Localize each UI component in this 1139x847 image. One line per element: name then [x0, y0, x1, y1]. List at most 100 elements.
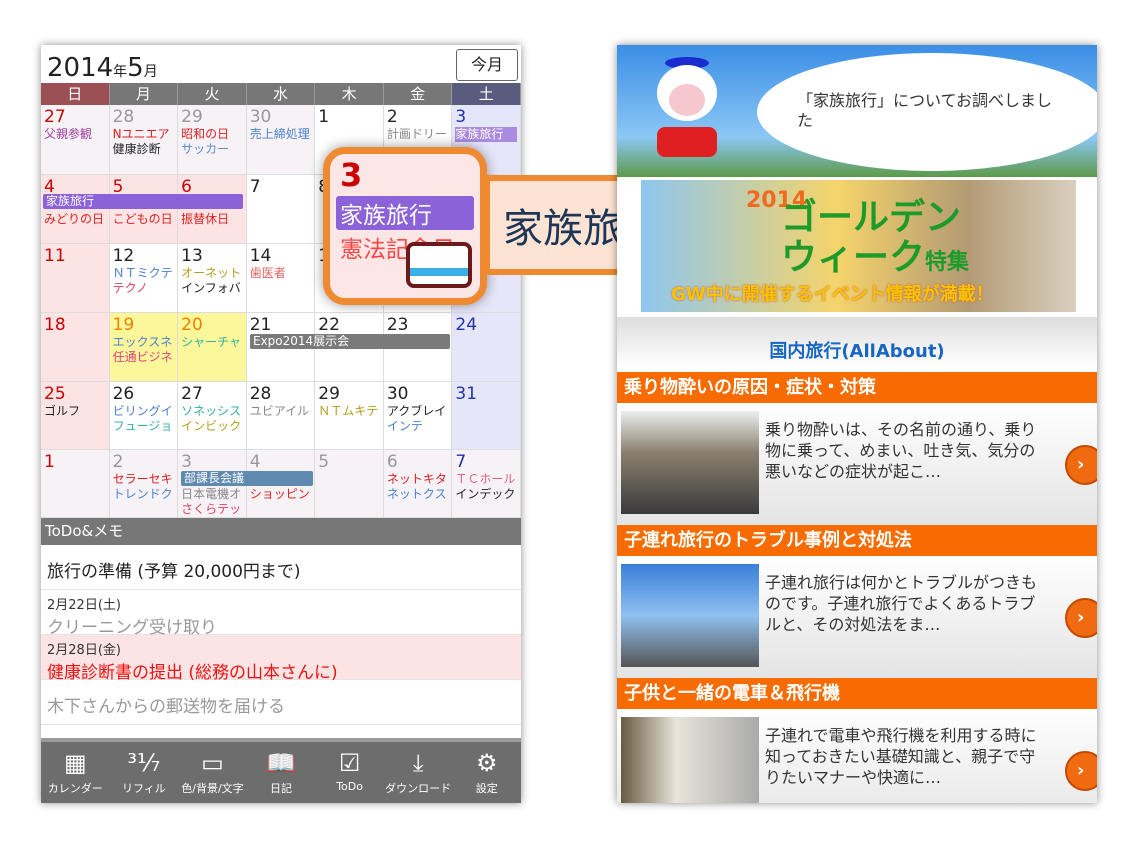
toolbar-button-todo-check[interactable]: ☑ ToDo [315, 742, 384, 803]
calendar-day-cell[interactable]: 30 アクブレイ インテ [383, 382, 453, 450]
calendar-event: インデック [455, 487, 516, 501]
calendar-day-cell[interactable]: 7 ＴＣホール インデック [452, 450, 521, 518]
calendar-event: Nユニエア [112, 127, 170, 141]
banner-subtitle: GW中に開催するイベント情報が満載！ [671, 284, 994, 305]
todo-item[interactable]: 旅行の準備 (予算 20,000円まで) [41, 545, 521, 590]
calendar-event: サッカー [181, 142, 230, 156]
article-item[interactable]: 子連れで電車や飛行機を利用する時に知っておきたい基礎知識と、親子で守りたいマナー… [617, 709, 1097, 803]
calendar-day-cell[interactable]: 27 ソネッシス インビック [178, 382, 247, 450]
day-number: 1 [44, 452, 55, 472]
calendar-header: 2014年5月 今月 [41, 45, 521, 83]
day-number: 28 [249, 384, 272, 404]
toolbar-button-gear[interactable]: ⚙ 設定 [452, 742, 521, 803]
bubble-text: 「家族旅行」についてお調べしました [797, 91, 1053, 130]
toolbar-button-refill[interactable]: ³¹⁄₇ リフィル [110, 742, 179, 803]
todo-check-icon: ☑ [338, 749, 361, 777]
todo-item[interactable]: 木下さんからの郵送物を届ける [41, 680, 521, 725]
this-month-button[interactable]: 今月 [456, 49, 518, 81]
calendar-event: テクノ [112, 281, 148, 295]
source-title[interactable]: 国内旅行(AllAbout) [617, 337, 1097, 363]
day-number: 30 [249, 107, 272, 127]
day-number: 7 [249, 177, 261, 197]
calendar-day-cell[interactable]: 4 みどりの日 [41, 175, 110, 244]
calendar-event: 振替休日 [181, 212, 230, 226]
mascot-scene: 「家族旅行」についてお調べしました [617, 45, 1097, 177]
day-number: 2 [112, 452, 124, 472]
calendar-day-cell[interactable]: 5 [315, 450, 384, 518]
todo-list: 旅行の準備 (予算 20,000円まで) 2月22日(土) クリーニング受け取り 2月… [41, 545, 521, 725]
toolbar-label: ToDo [336, 780, 363, 793]
weekday-label: 水 [246, 83, 316, 105]
article-item[interactable]: 子連れ旅行は何かとトラブルがつきものです。子連れ旅行でよくあるトラブルと、その対… [617, 556, 1097, 678]
calendar-day-cell[interactable]: 28 Nユニエア 健康診断 [109, 105, 179, 175]
calendar-event: 歯医者 [249, 266, 286, 280]
calendar-day-cell[interactable]: 29 昭和の日 サッカー [178, 105, 247, 175]
toolbar-button-monitor[interactable]: ▭ 色/背景/文字 [178, 742, 247, 803]
calendar-event: 日本電機オ [181, 487, 242, 501]
calendar-day-cell[interactable]: 1 [41, 450, 110, 518]
calendar-day-cell[interactable]: 29 ＮＴムキテ [315, 382, 384, 450]
calendar-event: 父親参観 [44, 127, 93, 141]
calendar-day-cell[interactable]: 19 エックスネ 任通ビジネ [109, 313, 179, 382]
todo-text: 木下さんからの郵送物を届ける [47, 697, 285, 717]
calendar-event: 任通ビジネ [112, 350, 173, 364]
calendar-day-cell[interactable]: 25 ゴルフ [41, 382, 110, 450]
article-title[interactable]: 子連れ旅行のトラブル事例と対処法 [617, 525, 1097, 556]
golden-week-banner[interactable]: 2014 ゴールデン ウィーク特集 GW中に開催するイベント情報が満載！ [641, 180, 1076, 312]
refill-icon: ³¹⁄₇ [127, 749, 161, 777]
chevron-right-icon[interactable]: › [1065, 598, 1097, 638]
day-number: 28 [112, 107, 135, 127]
day-number: 12 [112, 246, 135, 266]
calendar-day-cell[interactable]: 2 セラーセキ トレンドク [109, 450, 179, 518]
calendar-day-cell[interactable]: 5 こどもの日 [109, 175, 179, 244]
day-popup[interactable]: 3 家族旅行 憲法記念日 [323, 147, 487, 305]
calendar-day-cell[interactable]: 14 歯医者 [246, 244, 316, 313]
day-number: 20 [181, 315, 203, 335]
calendar-day-cell[interactable]: 27 父親参観 [41, 105, 110, 175]
calendar-event: ＮＴミクテ [112, 266, 173, 280]
chevron-right-icon[interactable]: › [1065, 751, 1097, 791]
calendar-day-cell[interactable]: 6 ネットキタ ネットクス [383, 450, 453, 518]
article-list: 乗り物酔いの原因・症状・対策 乗り物酔いは、その名前の通り、乗り物に乗って、めまい… [617, 372, 1097, 803]
calendar-event: インビック [181, 419, 242, 433]
calendar-day-cell[interactable]: 20 シャーチャ [178, 313, 247, 382]
calendar-day-cell[interactable]: 30 売上締処理 [246, 105, 316, 175]
calendar-event: みどりの日 [44, 212, 105, 226]
calendar-day-cell[interactable]: 6 振替休日 [178, 175, 247, 244]
weekday-label: 月 [109, 83, 179, 105]
calendar-event: インテ [386, 419, 423, 433]
day-number: 6 [386, 452, 398, 472]
day-number: 29 [181, 107, 203, 127]
article-title[interactable]: 乗り物酔いの原因・症状・対策 [617, 372, 1097, 403]
article-title[interactable]: 子供と一緒の電車＆飛行機 [617, 678, 1097, 709]
weekday-label: 日 [41, 83, 110, 105]
article-thumbnail [621, 564, 759, 667]
todo-item[interactable]: 2月28日(金) 健康診断書の提出 (総務の山本さんに) [41, 635, 521, 683]
calendar-event: 健康診断 [112, 142, 161, 156]
calendar-event: ビリングイ [112, 404, 173, 418]
chevron-right-icon[interactable]: › [1065, 445, 1097, 485]
calendar-day-cell[interactable]: 18 [41, 313, 110, 382]
article-item[interactable]: 乗り物酔いは、その名前の通り、乗り物に乗って、めまい、吐き気、気分の悪いなどの症… [617, 403, 1097, 525]
calendar-day-cell[interactable]: 26 ビリングイ フュージョ [109, 382, 179, 450]
calendar-day-cell[interactable]: 7 [246, 175, 316, 244]
calendar-day-cell[interactable]: 13 オーネット インフォバ [178, 244, 247, 313]
toolbar-button-download[interactable]: ⤓ ダウンロード [384, 742, 453, 803]
calendar-day-cell[interactable]: 31 [452, 382, 521, 450]
search-results-panel: 「家族旅行」についてお調べしました 2014 ゴールデン ウィーク特集 GW中に開… [617, 45, 1097, 803]
calendar-event: ＴＣホール [455, 472, 516, 486]
day-number: 26 [112, 384, 135, 404]
event-bar-meeting[interactable]: 部課長会議 [181, 471, 313, 486]
calendar-event: さくらテッ [181, 502, 242, 516]
event-bar-expo[interactable]: Expo2014展示会 [250, 334, 450, 349]
calendar-day-cell[interactable]: 12 ＮＴミクテ テクノ [109, 244, 179, 313]
toolbar-button-calendar[interactable]: ▦ カレンダー [41, 742, 110, 803]
todo-item[interactable]: 2月22日(土) クリーニング受け取り [41, 590, 521, 638]
toolbar-button-diary[interactable]: 📖 日記 [247, 742, 316, 803]
popup-day: 3 [340, 156, 363, 194]
calendar-event: セラーセキ [112, 472, 173, 486]
day-number: 13 [181, 246, 203, 266]
calendar-day-cell[interactable]: 11 [41, 244, 110, 313]
calendar-day-cell[interactable]: 28 ユビアイル [246, 382, 316, 450]
event-bar-family-trip[interactable]: 家族旅行 [43, 194, 243, 209]
